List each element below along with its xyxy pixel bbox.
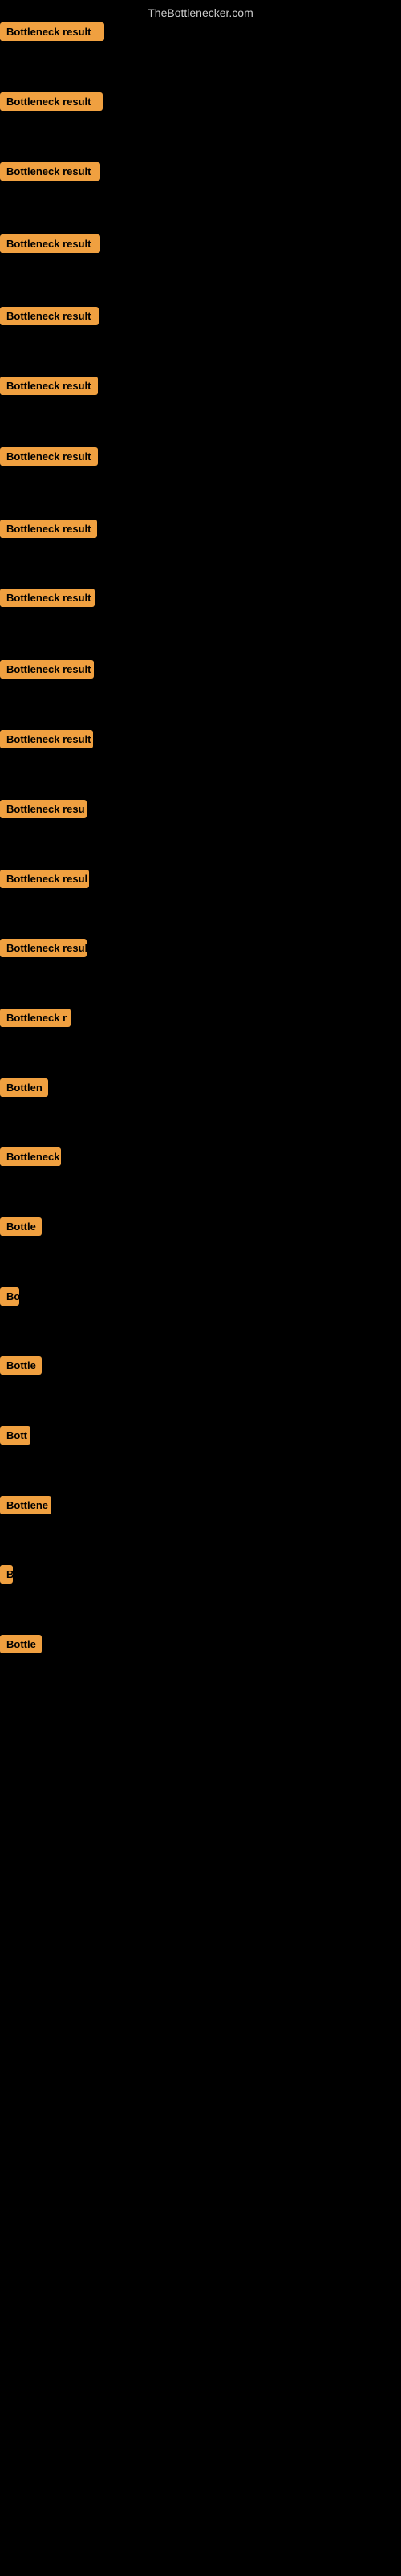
site-title: TheBottlenecker.com xyxy=(0,0,401,22)
bottleneck-badge-13[interactable]: Bottleneck resul xyxy=(0,870,89,888)
bottleneck-badge-21[interactable]: Bott xyxy=(0,1426,30,1445)
bottleneck-badge-12[interactable]: Bottleneck resu xyxy=(0,800,87,818)
bottleneck-result-row-15: Bottleneck r xyxy=(0,1009,71,1031)
bottleneck-result-row-7: Bottleneck result xyxy=(0,447,98,470)
bottleneck-badge-19[interactable]: Bo xyxy=(0,1287,19,1306)
bottleneck-badge-4[interactable]: Bottleneck result xyxy=(0,234,100,253)
bottleneck-badge-3[interactable]: Bottleneck result xyxy=(0,162,100,181)
bottleneck-badge-7[interactable]: Bottleneck result xyxy=(0,447,98,466)
bottleneck-badge-6[interactable]: Bottleneck result xyxy=(0,377,98,395)
bottleneck-badge-9[interactable]: Bottleneck result xyxy=(0,589,95,607)
bottleneck-result-row-17: Bottleneck xyxy=(0,1147,61,1170)
bottleneck-badge-23[interactable]: B xyxy=(0,1565,13,1584)
bottleneck-badge-22[interactable]: Bottlene xyxy=(0,1496,51,1514)
bottleneck-badge-8[interactable]: Bottleneck result xyxy=(0,520,97,538)
bottleneck-badge-24[interactable]: Bottle xyxy=(0,1635,42,1653)
bottleneck-result-row-1: Bottleneck result xyxy=(0,22,104,45)
bottleneck-badge-17[interactable]: Bottleneck xyxy=(0,1147,61,1166)
bottleneck-result-row-13: Bottleneck resul xyxy=(0,870,89,892)
bottleneck-badge-2[interactable]: Bottleneck result xyxy=(0,92,103,111)
bottleneck-result-row-6: Bottleneck result xyxy=(0,377,98,399)
bottleneck-result-row-5: Bottleneck result xyxy=(0,307,99,329)
bottleneck-result-row-22: Bottlene xyxy=(0,1496,51,1518)
bottleneck-badge-18[interactable]: Bottle xyxy=(0,1217,42,1236)
bottleneck-result-row-14: Bottleneck resul xyxy=(0,939,87,961)
bottleneck-result-row-10: Bottleneck result xyxy=(0,660,94,683)
bottleneck-badge-1[interactable]: Bottleneck result xyxy=(0,22,104,41)
bottleneck-result-row-23: B xyxy=(0,1565,13,1588)
bottleneck-result-row-18: Bottle xyxy=(0,1217,42,1240)
bottleneck-badge-14[interactable]: Bottleneck resul xyxy=(0,939,87,957)
bottleneck-badge-5[interactable]: Bottleneck result xyxy=(0,307,99,325)
bottleneck-result-row-4: Bottleneck result xyxy=(0,234,100,257)
bottleneck-result-row-21: Bott xyxy=(0,1426,30,1449)
bottleneck-result-row-19: Bo xyxy=(0,1287,19,1310)
bottleneck-result-row-20: Bottle xyxy=(0,1356,42,1379)
bottleneck-badge-16[interactable]: Bottlen xyxy=(0,1078,48,1097)
bottleneck-result-row-8: Bottleneck result xyxy=(0,520,97,542)
bottleneck-result-row-2: Bottleneck result xyxy=(0,92,103,115)
bottleneck-result-row-12: Bottleneck resu xyxy=(0,800,87,822)
bottleneck-badge-15[interactable]: Bottleneck r xyxy=(0,1009,71,1027)
bottleneck-badge-11[interactable]: Bottleneck result xyxy=(0,730,93,748)
bottleneck-result-row-11: Bottleneck result xyxy=(0,730,93,752)
bottleneck-result-row-9: Bottleneck result xyxy=(0,589,95,611)
bottleneck-badge-20[interactable]: Bottle xyxy=(0,1356,42,1375)
bottleneck-result-row-16: Bottlen xyxy=(0,1078,48,1101)
bottleneck-result-row-24: Bottle xyxy=(0,1635,42,1657)
bottleneck-badge-10[interactable]: Bottleneck result xyxy=(0,660,94,679)
bottleneck-result-row-3: Bottleneck result xyxy=(0,162,100,185)
